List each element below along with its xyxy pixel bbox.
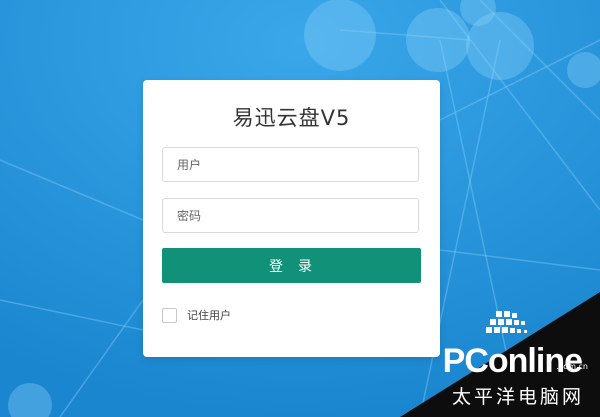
remember-user-row[interactable]: 记住用户 <box>162 307 231 323</box>
watermark-domain: .com.cn <box>556 362 588 371</box>
watermark: PConline .com.cn 太平洋电脑网 <box>400 292 600 417</box>
pixel-logo-icon <box>486 311 527 333</box>
page-title: 易迅云盘V5 <box>232 106 351 130</box>
password-input[interactable] <box>163 199 418 232</box>
password-field-wrapper <box>162 198 419 233</box>
login-button[interactable]: 登 录 <box>162 248 421 283</box>
login-card: 易迅云盘V5 登 录 记住用户 <box>143 80 440 357</box>
username-field-wrapper <box>162 147 419 182</box>
username-input[interactable] <box>163 148 418 181</box>
watermark-chinese-name: 太平洋电脑网 <box>451 386 584 408</box>
remember-user-label: 记住用户 <box>187 309 231 322</box>
login-page: 易迅云盘V5 登 录 记住用户 <box>0 0 600 417</box>
remember-user-checkbox[interactable] <box>162 307 177 323</box>
